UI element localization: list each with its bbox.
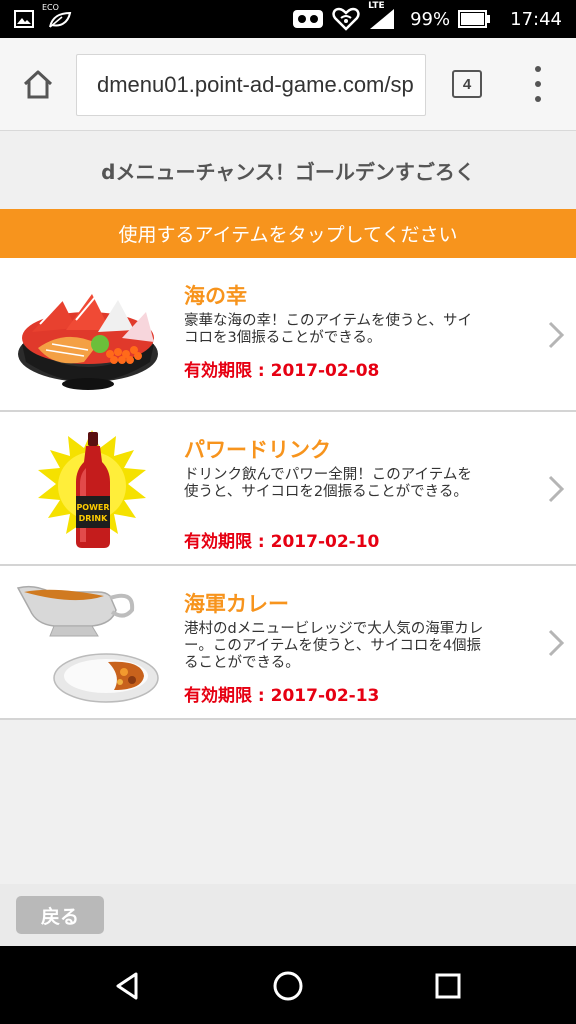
back-button[interactable]: 戻る: [16, 896, 104, 934]
item-name: 海軍カレー: [184, 592, 289, 616]
vr-icon: [292, 8, 324, 30]
nav-home-icon[interactable]: [270, 968, 306, 1004]
signal-icon: LTE: [368, 1, 396, 31]
item-list: 海の幸 豪華な海の幸！このアイテムを使うと、サイコロを3個振ることができる。 有…: [0, 258, 576, 720]
power-drink-image: POWER DRINK: [38, 430, 146, 548]
url-text: dmenu01.point-ad-game.com/sp: [97, 72, 414, 97]
image-icon: [14, 10, 34, 28]
overflow-menu-icon[interactable]: [526, 66, 550, 102]
battery-percent: 99%: [410, 8, 451, 30]
page-title: dメニューチャンス！ゴールデンすごろく: [101, 159, 475, 184]
battery-icon: [458, 10, 491, 28]
home-button[interactable]: [14, 60, 62, 108]
chevron-right-icon: [548, 321, 565, 349]
svg-text:POWER: POWER: [76, 503, 109, 512]
chevron-right-icon: [548, 475, 565, 503]
seafood-bowl-image: [18, 294, 158, 390]
home-icon: [23, 70, 53, 99]
item-name: 海の幸: [184, 284, 247, 308]
network-label: LTE: [368, 1, 385, 11]
item-description: 港村のdメニュービレッジで大人気の海軍カレー。このアイテムを使うと、サイコロを4…: [184, 621, 484, 671]
clock: 17:44: [510, 8, 562, 30]
nav-back-icon[interactable]: [110, 968, 146, 1004]
navy-curry-image: [16, 585, 159, 703]
browser-toolbar: dmenu01.point-ad-game.com/sp 4: [0, 38, 576, 131]
footer-bar: 戻る: [0, 884, 576, 946]
item-description: 豪華な海の幸！このアイテムを使うと、サイコロを3個振ることができる。: [184, 313, 472, 346]
eco-label: ECO: [42, 3, 59, 12]
url-bar[interactable]: dmenu01.point-ad-game.com/sp: [76, 54, 426, 116]
item-name: パワードリンク: [184, 438, 331, 462]
heart-wifi-icon: [332, 7, 360, 31]
instruction-banner: 使用するアイテムをタップしてください: [0, 209, 576, 258]
item-expiry: 有効期限 : 2017-02-08: [184, 361, 380, 381]
nav-recents-icon[interactable]: [430, 968, 466, 1004]
tab-count: 4: [462, 75, 472, 93]
item-expiry: 有効期限 : 2017-02-10: [184, 532, 380, 552]
svg-text:DRINK: DRINK: [79, 514, 108, 523]
item-expiry: 有効期限 : 2017-02-13: [184, 686, 380, 706]
status-bar: ECO LTE 99% 17:44: [0, 0, 576, 38]
system-nav-bar: [0, 946, 576, 1024]
list-item-seafood[interactable]: 海の幸 豪華な海の幸！このアイテムを使うと、サイコロを3個振ることができる。 有…: [0, 258, 576, 412]
eco-leaf-icon: ECO: [42, 3, 74, 31]
list-item-navy-curry[interactable]: 海軍カレー 港村のdメニュービレッジで大人気の海軍カレー。このアイテムを使うと、…: [0, 566, 576, 720]
chevron-right-icon: [548, 629, 565, 657]
tabs-button[interactable]: 4: [452, 70, 482, 98]
item-description: ドリンク飲んでパワー全開！このアイテムを使うと、サイコロを2個振ることができる。: [184, 467, 472, 500]
list-item-power-drink[interactable]: POWER DRINK パワードリンク ドリンク飲んでパワー全開！このアイテムを…: [0, 412, 576, 566]
